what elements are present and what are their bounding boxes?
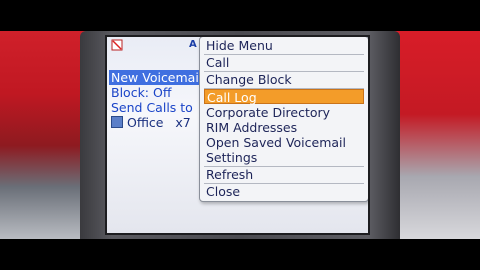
- menu-item-settings[interactable]: Settings: [204, 150, 364, 165]
- letterbox-top: [0, 0, 480, 31]
- menu-item-call-log[interactable]: Call Log: [204, 89, 364, 105]
- menu-item-hide-menu[interactable]: Hide Menu: [204, 38, 364, 53]
- menu-item-rim-addresses[interactable]: RIM Addresses: [204, 120, 364, 135]
- office-label: Office x7: [127, 115, 191, 130]
- menu-item-open-saved-voicemail[interactable]: Open Saved Voicemail: [204, 135, 364, 150]
- menu-item-corporate-directory[interactable]: Corporate Directory: [204, 105, 364, 120]
- menu-item-close[interactable]: Close: [204, 184, 364, 199]
- office-phone-icon: [111, 116, 123, 128]
- menu-item-call[interactable]: Call: [204, 55, 364, 70]
- no-signal-icon: [111, 39, 123, 51]
- letterbox-bottom: [0, 239, 480, 270]
- context-menu: Hide Menu Call Change Block Call Log Cor…: [199, 37, 368, 202]
- menu-item-refresh[interactable]: Refresh: [204, 167, 364, 182]
- status-letter: A: [189, 39, 197, 50]
- device-screen: A New Voicemail Block: Off Send Calls to…: [105, 35, 370, 235]
- menu-item-change-block[interactable]: Change Block: [204, 72, 364, 87]
